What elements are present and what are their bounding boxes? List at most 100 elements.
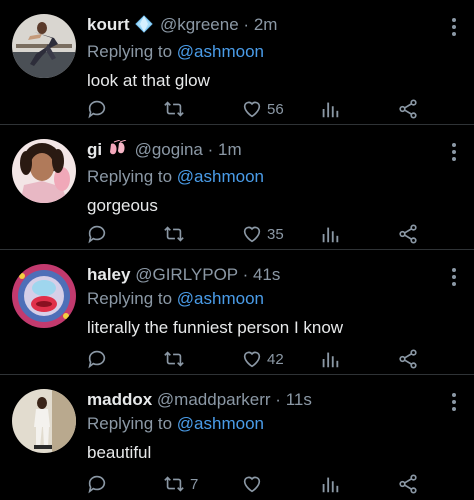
action-bar: 56 (80, 97, 440, 121)
separator: · (275, 390, 281, 409)
tweet-text: gorgeous (87, 196, 158, 215)
more-options-button[interactable] (450, 18, 458, 38)
display-name[interactable]: kourt (87, 15, 130, 34)
bar-chart-icon (322, 102, 339, 118)
replying-to-label: Replying to (87, 289, 173, 308)
separator: · (242, 265, 249, 284)
share-nodes-icon (399, 349, 417, 369)
share-nodes-icon (399, 224, 417, 244)
action-bar: 7 (80, 472, 440, 496)
tweet-text: look at that glow (87, 71, 210, 90)
reply-tweet[interactable]: maddox @maddparkerr · 11s Replying to @a… (0, 375, 474, 500)
tweet-text: beautiful (87, 443, 152, 462)
mention-link[interactable]: @ashmoon (177, 414, 264, 433)
user-handle[interactable]: @gogina (135, 140, 203, 159)
display-name[interactable]: maddox (87, 390, 152, 409)
like-count: 35 (267, 225, 284, 243)
reply-content: gi @gogina · 1m Replying to @ashmoon gor… (87, 138, 434, 218)
reply-header: haley @GIRLYPOP · 41s (87, 263, 434, 287)
mention-link[interactable]: @ashmoon (177, 42, 264, 61)
share-button[interactable] (397, 222, 419, 246)
speech-bubble-icon (88, 100, 106, 119)
mention-link[interactable]: @ashmoon (177, 289, 264, 308)
timestamp[interactable]: 2m (254, 15, 278, 34)
dot (452, 400, 456, 404)
user-handle[interactable]: @GIRLYPOP (135, 265, 238, 284)
speech-bubble-icon (88, 475, 106, 494)
more-options-button[interactable] (450, 393, 458, 413)
diamond-badge-icon (135, 15, 153, 40)
replying-to-label: Replying to (87, 414, 173, 433)
dot (452, 157, 456, 161)
heart-outline-icon (243, 476, 261, 493)
like-count: 42 (267, 350, 284, 368)
share-button[interactable] (397, 97, 419, 121)
action-bar: 35 (80, 222, 440, 246)
dot (452, 393, 456, 397)
user-handle[interactable]: @kgreene (160, 15, 239, 34)
dot (452, 18, 456, 22)
like-button[interactable]: 35 (241, 222, 284, 246)
dot (452, 150, 456, 154)
user-handle[interactable]: @maddparkerr (157, 390, 271, 409)
timestamp[interactable]: 11s (286, 390, 312, 409)
retweet-button[interactable] (162, 222, 190, 246)
dot (452, 275, 456, 279)
reply-tweet[interactable]: gi @gogina · 1m Replying to @ashmoon gor… (0, 125, 474, 250)
like-button[interactable]: 42 (241, 347, 284, 371)
reply-button[interactable] (86, 222, 112, 246)
tweet-text: literally the funniest person I know (87, 318, 344, 337)
replying-to-line: Replying to @ashmoon (87, 287, 434, 311)
reply-button[interactable] (86, 97, 112, 121)
share-nodes-icon (399, 474, 417, 494)
share-nodes-icon (399, 99, 417, 119)
timestamp[interactable]: 1m (218, 140, 242, 159)
reply-header: maddox @maddparkerr · 11s (87, 388, 434, 412)
mention-link[interactable]: @ashmoon (177, 167, 264, 186)
retweet-arrows-icon (164, 476, 184, 492)
replying-to-label: Replying to (87, 167, 173, 186)
display-name[interactable]: haley (87, 265, 130, 284)
dot (452, 282, 456, 286)
avatar[interactable] (12, 264, 76, 328)
replying-to-line: Replying to @ashmoon (87, 412, 434, 436)
retweet-count: 7 (190, 475, 199, 493)
reply-button[interactable] (86, 472, 112, 496)
bar-chart-icon (322, 227, 339, 243)
timestamp[interactable]: 41s (253, 265, 280, 284)
retweet-button[interactable] (162, 97, 190, 121)
replies-feed: kourt @kgreene · 2m Replying to @ashmoon… (0, 0, 474, 500)
avatar[interactable] (12, 389, 76, 453)
action-bar: 42 (80, 347, 440, 371)
avatar[interactable] (12, 14, 76, 78)
separator: · (243, 15, 250, 34)
share-button[interactable] (397, 472, 419, 496)
retweet-arrows-icon (164, 101, 184, 117)
retweet-button[interactable]: 7 (162, 472, 198, 496)
ballet-shoes-icon (108, 139, 128, 165)
view-stats-button[interactable] (320, 472, 340, 496)
dot (452, 32, 456, 36)
reply-tweet[interactable]: haley @GIRLYPOP · 41s Replying to @ashmo… (0, 250, 474, 375)
heart-outline-icon (243, 101, 261, 118)
reply-content: kourt @kgreene · 2m Replying to @ashmoon… (87, 13, 434, 93)
more-options-button[interactable] (450, 143, 458, 163)
share-button[interactable] (397, 347, 419, 371)
reply-tweet[interactable]: kourt @kgreene · 2m Replying to @ashmoon… (0, 0, 474, 125)
reply-button[interactable] (86, 347, 112, 371)
reply-content: maddox @maddparkerr · 11s Replying to @a… (87, 388, 434, 465)
retweet-arrows-icon (164, 226, 184, 242)
display-name[interactable]: gi (87, 140, 102, 159)
reply-content: haley @GIRLYPOP · 41s Replying to @ashmo… (87, 263, 434, 340)
like-button[interactable] (241, 472, 267, 496)
view-stats-button[interactable] (320, 222, 340, 246)
view-stats-button[interactable] (320, 347, 340, 371)
like-count: 56 (267, 100, 284, 118)
avatar[interactable] (12, 139, 76, 203)
speech-bubble-icon (88, 225, 106, 244)
retweet-button[interactable] (162, 347, 190, 371)
more-options-button[interactable] (450, 268, 458, 288)
view-stats-button[interactable] (320, 97, 340, 121)
bar-chart-icon (322, 477, 339, 493)
like-button[interactable]: 56 (241, 97, 284, 121)
